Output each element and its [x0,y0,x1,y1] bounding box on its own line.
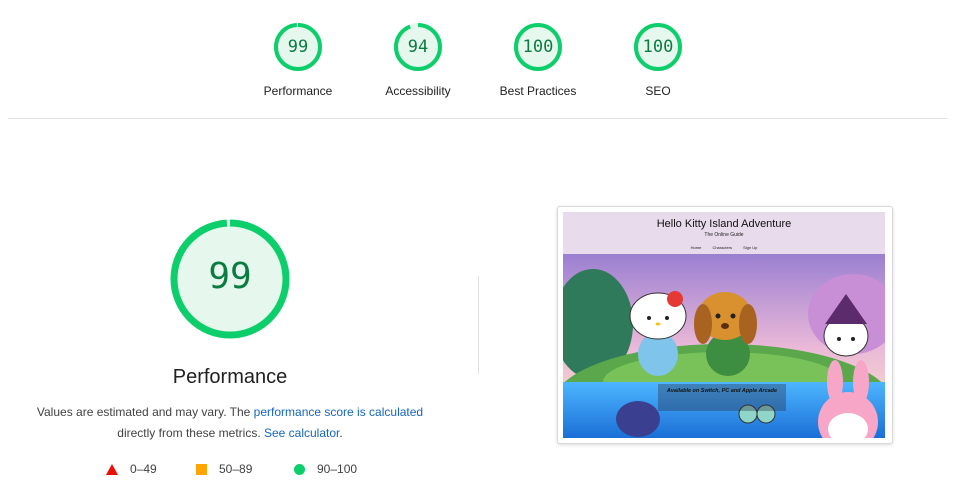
site-nav-home: Home [690,245,702,250]
site-nav-characters: Characters [712,245,732,250]
legend-label: 0–49 [130,462,157,476]
hero-image: Available on Switch, PC and Apple Arcade [563,254,885,438]
screenshot-viewport: Hello Kitty Island Adventure The Online … [563,212,885,438]
gauge-accessibility[interactable]: 94 Accessibility [358,22,478,98]
site-nav: Home Characters Sign Up [563,245,885,250]
score-calculated-link[interactable]: performance score is calculated [254,405,423,419]
score-description: Values are estimated and may vary. The p… [20,402,440,444]
gauge-seo[interactable]: 100 SEO [598,22,718,98]
hero-banner: Available on Switch, PC and Apple Arcade [658,384,786,411]
score-ring: 100 [633,22,683,72]
see-calculator-link[interactable]: See calculator [264,426,339,440]
score-ring: 99 [273,22,323,72]
gauge-score: 100 [642,37,674,57]
gauge-best-practices[interactable]: 100 Best Practices [478,22,598,98]
gauge-label: Accessibility [385,84,451,98]
category-gauges: 99 Performance 94 Accessibility 100 Best… [0,0,955,118]
site-nav-signup: Sign Up [743,245,758,250]
performance-score: 99 [208,256,252,297]
site-header: Hello Kitty Island Adventure The Online … [563,212,885,254]
legend-pass: 90–100 [294,462,357,476]
description-text: . [339,426,343,440]
vertical-separator [478,276,479,374]
description-text: directly from these metrics. [117,426,264,440]
site-subtitle: The Online Guide [704,232,744,238]
performance-title: Performance [172,366,288,388]
gauge-label: Performance [263,84,333,98]
header-divider [8,118,947,119]
triangle-icon [106,463,118,475]
legend-fail: 0–49 [106,462,157,476]
gauge-label: SEO [645,84,671,98]
square-icon [196,463,207,475]
page-screenshot[interactable]: Hello Kitty Island Adventure The Online … [557,206,893,444]
gauge-label: Best Practices [499,84,577,98]
gauge-performance[interactable]: 99 Performance [238,22,358,98]
description-text: Values are estimated and may vary. The [36,405,254,419]
circle-icon [294,463,305,475]
legend-average: 50–89 [196,462,252,476]
score-ring: 100 [513,22,563,72]
legend-label: 90–100 [317,462,358,476]
performance-gauge-large: 99 [169,218,291,340]
site-title: Hello Kitty Island Adventure [656,218,792,230]
gauge-score: 100 [522,37,554,57]
gauge-score: 99 [287,37,309,57]
score-ring: 94 [393,22,443,72]
gauge-score: 94 [407,37,429,57]
legend-label: 50–89 [219,462,253,476]
